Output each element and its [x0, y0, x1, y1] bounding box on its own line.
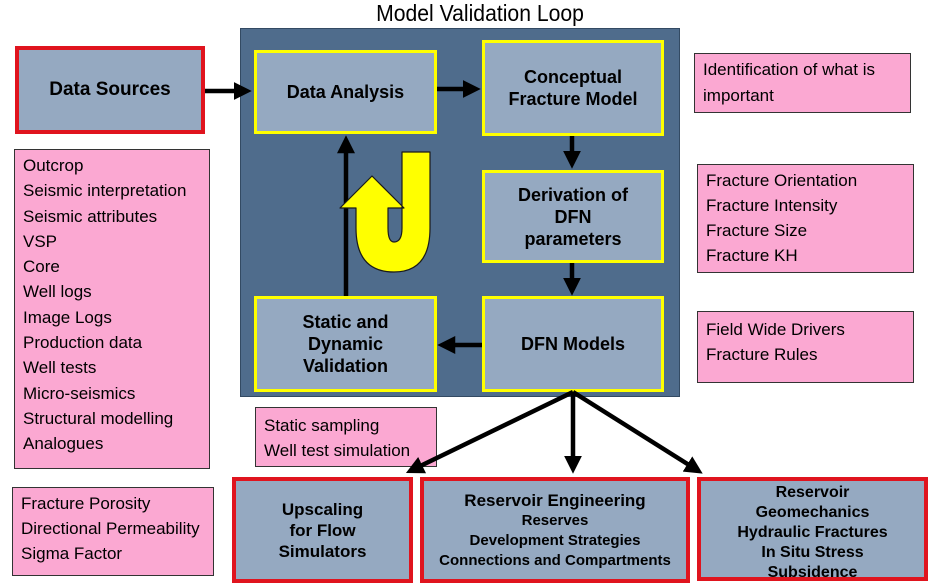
u-turn-arrow-icon	[339, 151, 431, 273]
arrow-dfn-to-upscaling	[405, 389, 574, 474]
arrows-layer	[205, 80, 703, 474]
arrow-dfn-to-geomechanics	[571, 390, 703, 474]
